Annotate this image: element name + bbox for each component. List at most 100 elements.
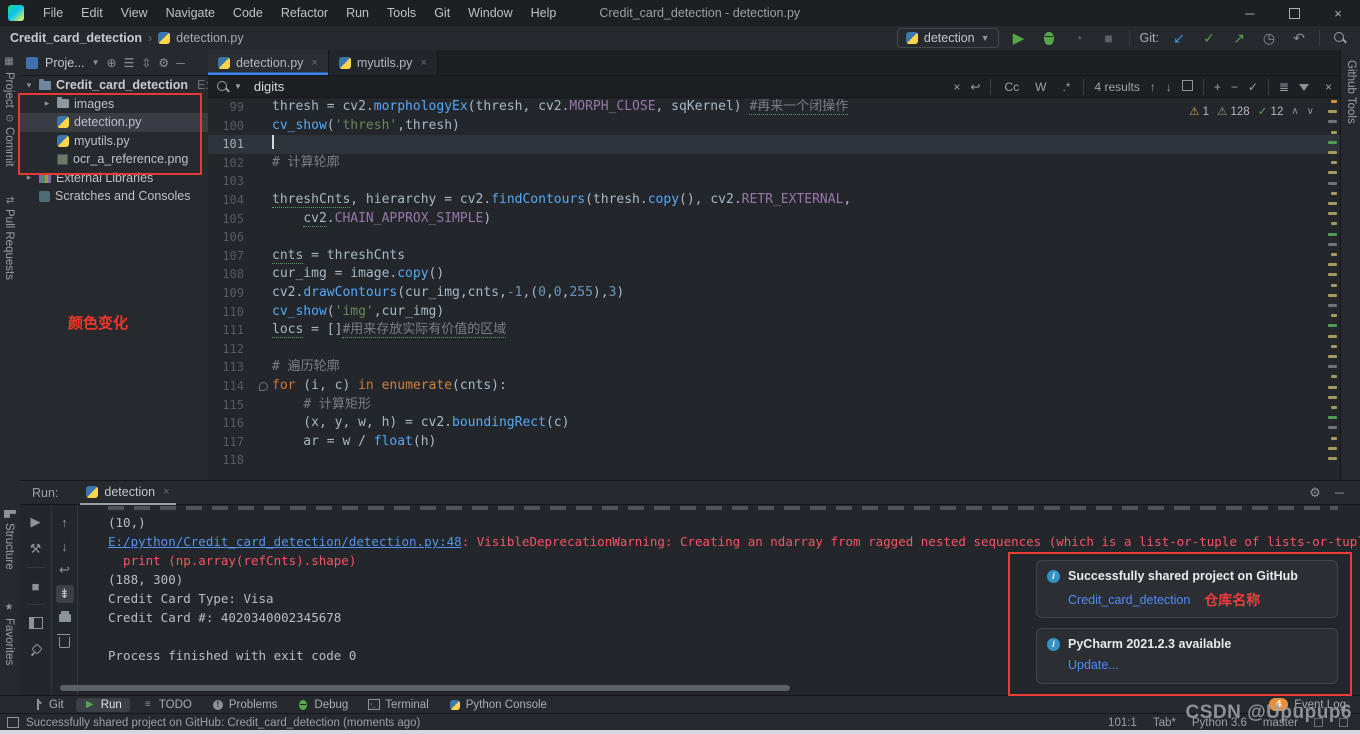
tab-myutils-py[interactable]: myutils.py× [329,50,438,75]
close-icon[interactable]: × [420,57,426,69]
next-occurrence-button[interactable]: ↓ [1166,80,1172,94]
menu-tools[interactable]: Tools [378,6,425,20]
close-find-bar-button[interactable]: × [1325,80,1332,94]
sidebar-item-favorites[interactable]: ★Favorites [3,602,15,665]
menu-view[interactable]: View [112,6,157,20]
menu-run[interactable]: Run [337,6,378,20]
toolwindow-button-python-console[interactable]: Python Console [441,698,555,712]
code-line-103[interactable]: 103 [208,172,1340,191]
sidebar-item-pull-requests[interactable]: ⇅Pull Requests [3,196,15,280]
filter-button[interactable] [1299,80,1309,94]
sidebar-item-commit[interactable]: ⊙Commit [3,114,15,167]
code-line-108[interactable]: 108cur_img = image.copy() [208,265,1340,284]
close-icon[interactable]: × [163,486,169,498]
locate-file-button[interactable]: ⊕ [107,56,117,70]
menu-git[interactable]: Git [425,6,459,20]
error-stripe[interactable] [1326,100,1338,475]
notification-card-1[interactable]: iSuccessfully shared project on GitHubCr… [1036,560,1338,618]
menu-code[interactable]: Code [224,6,272,20]
menu-navigate[interactable]: Navigate [157,6,224,20]
panel-settings-button[interactable]: ⚙ [158,56,169,70]
new-line-icon[interactable]: ↩ [970,80,980,94]
expand-settings-button[interactable]: ⇳ [141,56,151,70]
search-everywhere-button[interactable] [1330,28,1350,48]
match-case-toggle[interactable]: Cc [1001,80,1022,94]
toolwindow-button-problems[interactable]: !Problems [204,698,286,712]
code-line-99[interactable]: 99thresh = cv2.morphologyEx(thresh, cv2.… [208,98,1340,117]
breadcrumb-project[interactable]: Credit_card_detection [10,31,142,45]
scroll-to-end-button[interactable]: ⇟ [56,585,74,603]
prev-occurrence-button[interactable]: ↑ [1150,80,1156,94]
toolwindow-button-debug[interactable]: Debug [289,698,356,712]
hide-panel-button[interactable]: ─ [176,56,185,70]
history-button[interactable]: ◷ [1259,28,1279,48]
prev-error-icon[interactable]: ∧ [1291,106,1298,117]
toolwindow-button-todo[interactable]: ≡TODO [134,698,200,712]
notification-card-2[interactable]: iPyCharm 2021.2.3 availableUpdate... [1036,628,1338,684]
remove-occurrence-button[interactable]: − [1231,80,1238,94]
git-commit-button[interactable]: ✓ [1199,28,1219,48]
code-line-118[interactable]: 118 [208,451,1340,470]
select-all-occurrences-button[interactable] [1182,80,1193,94]
code-line-109[interactable]: 109cv2.drawContours(cur_img,cnts,-1,(0,0… [208,284,1340,303]
tree-item-external-libraries[interactable]: ▸External Libraries [20,169,208,188]
code-line-105[interactable]: 105 cv2.CHAIN_APPROX_SIMPLE) [208,210,1340,229]
tree-item-images[interactable]: ▸images [20,95,208,114]
maximize-button[interactable] [1272,0,1316,26]
words-toggle[interactable]: W [1032,80,1049,94]
sidebar-item-project[interactable]: ▦Project [3,56,15,108]
code-line-100[interactable]: 100cv_show('thresh',thresh) [208,117,1340,136]
menu-help[interactable]: Help [522,6,566,20]
up-stacktrace-button[interactable]: ↑ [56,513,74,531]
regex-toggle[interactable]: .* [1059,80,1073,94]
code-line-117[interactable]: 117 ar = w / float(h) [208,433,1340,452]
search-input[interactable]: digits [254,79,284,94]
run-configuration-select[interactable]: detection ▼ [897,28,999,48]
fold-marker-icon[interactable] [259,382,268,391]
debug-button[interactable] [1039,28,1059,48]
menu-refactor[interactable]: Refactor [272,6,337,20]
restore-layout-button[interactable] [27,614,45,632]
code-line-115[interactable]: 115 # 计算矩形 [208,396,1340,415]
add-occurrence-button[interactable]: + [1214,80,1221,94]
code-editor[interactable]: ▼ digits × ↩ Cc W .* 4 results ↑ ↓ + − ✓… [208,76,1340,480]
console-horizontal-scrollbar[interactable] [60,685,790,691]
toolwindow-button-terminal[interactable]: ›_Terminal [360,698,436,712]
search-options-button[interactable]: ≣ [1279,80,1289,94]
sidebar-item-github-tools[interactable]: Github Tools [1345,60,1357,124]
rerun-button[interactable]: ▶ [27,513,45,531]
sidebar-item-structure[interactable]: ▙Structure [3,510,15,569]
code-line-104[interactable]: 104threshCnts, hierarchy = cv2.findConto… [208,191,1340,210]
code-line-112[interactable]: 112 [208,340,1340,359]
indent-indicator[interactable]: Tab* [1153,717,1176,729]
chevron-icon[interactable]: ▸ [42,98,52,109]
coverage-button[interactable]: ◔ [1069,28,1089,48]
stop-button[interactable]: ■ [27,577,45,595]
clear-search-icon[interactable]: × [953,80,960,94]
down-stacktrace-button[interactable]: ↓ [56,537,74,555]
code-line-102[interactable]: 102# 计算轮廓 [208,154,1340,173]
run-button[interactable]: ▶ [1009,28,1029,48]
inspections-widget[interactable]: ⚠ 1 ⚠ 128 ✓ 12 ∧ ∨ [1189,104,1314,118]
status-message[interactable]: Successfully shared project on GitHub: C… [26,717,420,729]
stop-button[interactable]: ■ [1099,28,1119,48]
print-button[interactable] [56,609,74,627]
console-file-link[interactable]: E:/python/Credit_card_detection/detectio… [108,534,462,549]
notification-link[interactable]: Credit_card_detection [1068,593,1190,607]
tree-item-myutils-py[interactable]: myutils.py [20,132,208,151]
collapse-all-button[interactable]: ☰ [124,56,135,70]
breadcrumb-file[interactable]: detection.py [176,31,243,45]
tree-item-root[interactable]: ▾ Credit_card_detection E:\pyt [20,76,208,95]
tree-item-detection-py[interactable]: detection.py [20,113,208,132]
chevron-expanded-icon[interactable]: ▾ [24,80,34,91]
chevron-icon[interactable]: ▸ [24,172,34,183]
tab-detection-py[interactable]: detection.py× [208,50,329,75]
rollback-button[interactable]: ↶ [1289,28,1309,48]
code-line-106[interactable]: 106 [208,228,1340,247]
toolwindow-toggle-icon[interactable] [7,717,19,728]
menu-window[interactable]: Window [459,6,521,20]
code-line-110[interactable]: 110cv_show('img',cur_img) [208,303,1340,322]
next-error-icon[interactable]: ∨ [1307,106,1314,117]
clear-all-button[interactable] [56,633,74,651]
minimize-button[interactable]: ─ [1228,0,1272,26]
